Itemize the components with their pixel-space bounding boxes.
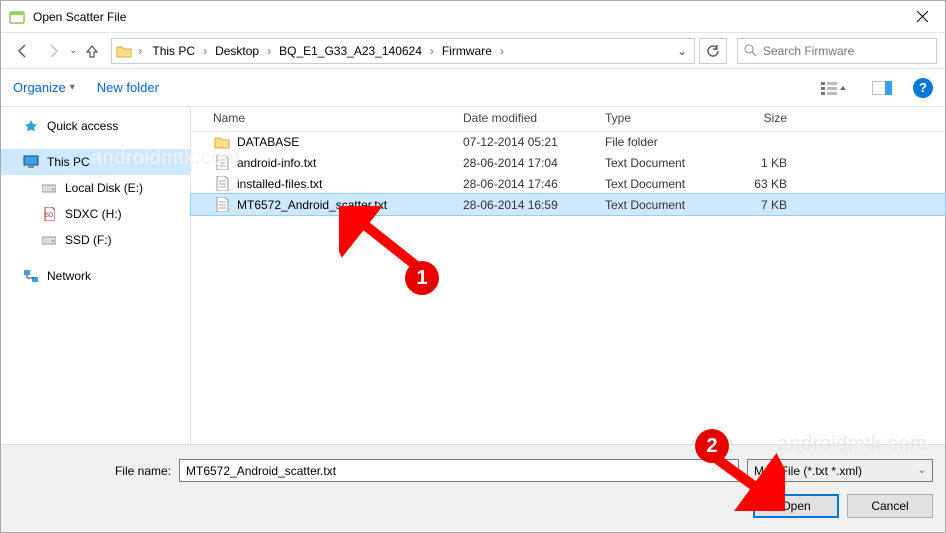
sidebar-item-label: Network (47, 269, 91, 283)
svg-text:SD: SD (45, 213, 54, 219)
file-name: installed-files.txt (237, 177, 322, 191)
breadcrumb-item[interactable]: Desktop (211, 42, 263, 60)
drive-icon (41, 232, 57, 248)
organize-menu[interactable]: Organize ▾ (13, 80, 75, 95)
sidebar-item-label: SSD (F:) (65, 233, 112, 247)
refresh-button[interactable] (699, 38, 727, 64)
search-input[interactable] (763, 44, 930, 58)
file-size: 7 KB (723, 198, 803, 212)
file-row-selected[interactable]: MT6572_Android_scatter.txt 28-06-2014 16… (190, 193, 946, 216)
file-row[interactable]: DATABASE 07-12-2014 05:21 File folder (191, 132, 945, 152)
file-size: 1 KB (723, 156, 803, 170)
column-date[interactable]: Date modified (463, 111, 605, 125)
breadcrumb-item[interactable]: Firmware (438, 42, 496, 60)
sidebar-item-label: This PC (47, 155, 90, 169)
sidebar-item-label: Quick access (47, 119, 118, 133)
new-folder-button[interactable]: New folder (97, 80, 159, 95)
breadcrumb-item[interactable]: This PC (148, 42, 199, 60)
file-row[interactable]: android-info.txt 28-06-2014 17:04 Text D… (191, 152, 945, 173)
bottom-panel: File name: ⌄ Map File (*.txt *.xml) ⌄ Op… (1, 444, 945, 532)
monitor-icon (23, 154, 39, 170)
file-date: 28-06-2014 17:46 (463, 177, 605, 191)
app-icon (9, 9, 25, 25)
file-row[interactable]: installed-files.txt 28-06-2014 17:46 Tex… (191, 173, 945, 194)
close-button[interactable] (899, 1, 945, 33)
drive-icon (41, 180, 57, 196)
file-name: android-info.txt (237, 156, 316, 170)
watermark: androidmtk.com (778, 433, 927, 456)
sidebar-item-sdxc[interactable]: SD SDXC (H:) (1, 201, 190, 227)
address-dropdown[interactable]: ⌄ (672, 44, 692, 58)
sidebar-item-network[interactable]: Network (1, 263, 190, 289)
sidebar-item-label: Local Disk (E:) (65, 181, 143, 195)
chevron-right-icon: › (136, 44, 144, 58)
address-bar[interactable]: › This PC› Desktop› BQ_E1_G33_A23_140624… (111, 38, 695, 64)
folder-icon (116, 44, 132, 58)
sidebar-item-label: SDXC (H:) (65, 207, 122, 221)
sidebar-item-quick-access[interactable]: Quick access (1, 113, 190, 139)
filename-dropdown[interactable]: ⌄ (724, 465, 732, 476)
help-button[interactable]: ? (913, 78, 933, 98)
search-icon (744, 44, 757, 57)
file-date: 28-06-2014 16:59 (463, 198, 605, 212)
filter-dropdown-icon: ⌄ (918, 465, 926, 476)
text-file-icon (213, 176, 231, 191)
view-options-button[interactable] (817, 77, 851, 99)
toolbar: Organize ▾ New folder ? (1, 69, 945, 107)
back-button[interactable] (9, 37, 37, 65)
sidebar-item-ssd[interactable]: SSD (F:) (1, 227, 190, 253)
window-title: Open Scatter File (33, 10, 126, 24)
up-button[interactable] (79, 38, 105, 64)
file-type: Text Document (605, 198, 723, 212)
filename-input[interactable] (186, 464, 724, 478)
preview-pane-button[interactable] (865, 77, 899, 99)
file-list: Name Date modified Type Size DATABASE 07… (191, 107, 945, 444)
filter-label: Map File (*.txt *.xml) (754, 464, 862, 478)
text-file-icon (213, 197, 231, 212)
sd-card-icon: SD (41, 206, 57, 222)
sidebar-item-local-disk[interactable]: Local Disk (E:) (1, 175, 190, 201)
search-box[interactable] (737, 38, 937, 64)
column-type[interactable]: Type (605, 111, 723, 125)
file-type-filter[interactable]: Map File (*.txt *.xml) ⌄ (747, 459, 933, 482)
file-type: Text Document (605, 177, 723, 191)
file-date: 28-06-2014 17:04 (463, 156, 605, 170)
file-name: DATABASE (237, 135, 299, 149)
forward-button[interactable] (39, 37, 67, 65)
watermark: androidmtk.com (91, 147, 240, 170)
file-name: MT6572_Android_scatter.txt (237, 198, 387, 212)
breadcrumb-item[interactable]: BQ_E1_G33_A23_140624 (275, 42, 426, 60)
column-headers[interactable]: Name Date modified Type Size (191, 107, 945, 132)
filename-input-wrap[interactable]: ⌄ (179, 459, 739, 482)
file-type: File folder (605, 135, 723, 149)
column-size[interactable]: Size (723, 111, 803, 125)
open-button[interactable]: Open (753, 494, 839, 518)
titlebar: Open Scatter File (1, 1, 945, 33)
filename-label: File name: (1, 464, 179, 478)
file-date: 07-12-2014 05:21 (463, 135, 605, 149)
network-icon (23, 268, 39, 284)
navbar: ⌄ › This PC› Desktop› BQ_E1_G33_A23_1406… (1, 33, 945, 69)
column-name[interactable]: Name (213, 111, 463, 125)
cancel-button[interactable]: Cancel (847, 494, 933, 518)
file-type: Text Document (605, 156, 723, 170)
star-icon (23, 118, 39, 134)
file-size: 63 KB (723, 177, 803, 191)
recent-locations-dropdown[interactable]: ⌄ (69, 45, 77, 56)
